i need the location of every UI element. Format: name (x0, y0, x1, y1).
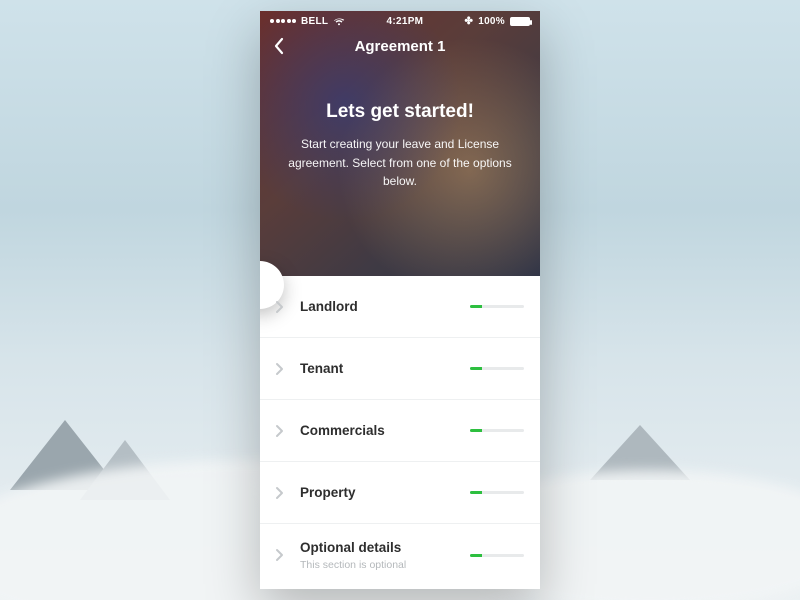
status-bar: BELL 4:21PM ✤ 100% (260, 11, 540, 29)
list-item-property[interactable]: Property (260, 462, 540, 524)
wallpaper: BELL 4:21PM ✤ 100% Agreement 1 Lets get … (0, 0, 800, 600)
nav-bar: Agreement 1 (260, 29, 540, 63)
chevron-right-icon (272, 424, 286, 438)
progress-fill (470, 367, 482, 370)
list-item-label: Landlord (300, 299, 470, 314)
battery-icon (510, 17, 530, 26)
chevron-right-icon (272, 486, 286, 500)
progress-bar (470, 491, 524, 494)
chevron-left-icon (270, 36, 290, 56)
list-item-optional-details[interactable]: Optional details This section is optiona… (260, 524, 540, 586)
progress-bar (470, 429, 524, 432)
signal-dots-icon (270, 19, 296, 23)
list-item-label: Commercials (300, 423, 470, 438)
progress-bar (470, 554, 524, 557)
progress-fill (470, 429, 482, 432)
hero-section: BELL 4:21PM ✤ 100% Agreement 1 Lets get … (260, 11, 540, 276)
list-item-label: Tenant (300, 361, 470, 376)
list-item-label: Property (300, 485, 470, 500)
wifi-icon (333, 17, 345, 26)
battery-percent: 100% (478, 16, 505, 27)
chevron-right-icon (272, 548, 286, 562)
back-button[interactable] (270, 36, 290, 56)
chevron-right-icon (272, 300, 286, 314)
carrier-label: BELL (301, 16, 328, 27)
progress-fill (470, 305, 482, 308)
progress-bar (470, 305, 524, 308)
list-item-commercials[interactable]: Commercials (260, 400, 540, 462)
phone-frame: BELL 4:21PM ✤ 100% Agreement 1 Lets get … (260, 11, 540, 589)
bluetooth-icon: ✤ (465, 16, 474, 27)
list-item-landlord[interactable]: Landlord (260, 276, 540, 338)
clock-label: 4:21PM (387, 16, 424, 27)
page-title: Agreement 1 (355, 38, 446, 55)
section-list: Landlord Tenant Commercials Property (260, 276, 540, 589)
progress-bar (470, 367, 524, 370)
list-item-label: Optional details (300, 540, 470, 555)
list-item-subtext: This section is optional (300, 559, 470, 571)
progress-fill (470, 491, 482, 494)
hero-heading: Lets get started! (286, 101, 514, 123)
progress-fill (470, 554, 482, 557)
list-item-tenant[interactable]: Tenant (260, 338, 540, 400)
hero-subtext: Start creating your leave and License ag… (286, 135, 514, 191)
chevron-right-icon (272, 362, 286, 376)
